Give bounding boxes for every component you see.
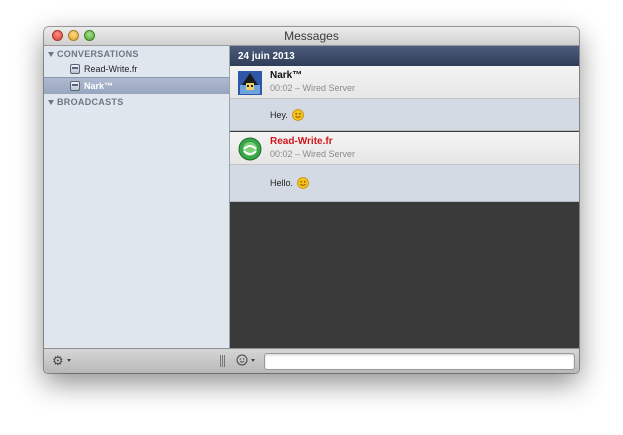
sidebar-item-label: Nark™ [84,81,114,91]
conversations-header-label: CONVERSATIONS [57,49,139,59]
message-body: Hey. [230,99,579,131]
message-timestamp: 00:02 – Wired Server [270,149,356,159]
chevron-down-icon[interactable] [67,359,71,362]
smiley-icon [291,109,304,121]
broadcasts-group-header[interactable]: BROADCASTS [48,97,124,107]
sidebar-item-nark[interactable]: Nark™ [44,77,229,94]
smiley-icon[interactable] [236,354,248,366]
sidebar-item-read-write[interactable]: Read-Write.fr [44,61,229,77]
title-bar[interactable]: Messages [44,27,579,46]
message-text: Hello. [270,178,294,188]
input-toolbar [230,348,579,373]
sidebar-toolbar: ⚙ [44,348,230,373]
chevron-down-icon[interactable] [251,359,255,362]
message-timestamp: 00:02 – Wired Server [270,83,356,93]
message-text: Hey. [270,110,288,120]
conversations-group-header[interactable]: CONVERSATIONS [48,49,139,59]
message-author: Read-Write.fr [270,136,333,147]
date-header: 24 juin 2013 [230,46,579,66]
smiley-icon [297,177,309,189]
message-body: Hello. [230,165,579,202]
sidebar: CONVERSATIONS Read-Write.fr Nark™ BROADC… [44,46,230,348]
user-avatar-icon [238,71,262,95]
message-text-row: Hello. [270,177,309,189]
chat-pane: 24 juin 2013 Nark™ 00:02 – Wired Server … [230,46,579,348]
user-avatar-icon [238,137,262,161]
message-text-row: Hey. [270,109,304,121]
resize-handle[interactable] [220,355,225,367]
broadcasts-header-label: BROADCASTS [57,97,124,107]
message-author: Nark™ [270,70,303,81]
messages-window: Messages CONVERSATIONS Read-Write.fr Nar… [44,27,579,373]
sidebar-item-label: Read-Write.fr [84,64,138,74]
disclosure-triangle-icon[interactable] [48,99,54,105]
window-title: Messages [284,29,339,43]
chat-icon [70,64,80,74]
gear-icon[interactable]: ⚙ [52,354,64,367]
disclosure-triangle-icon[interactable] [48,51,54,57]
message-header: Nark™ 00:02 – Wired Server [230,66,579,99]
message-input[interactable] [264,353,575,370]
message-header: Read-Write.fr 00:02 – Wired Server [230,132,579,165]
chat-icon [70,81,80,91]
